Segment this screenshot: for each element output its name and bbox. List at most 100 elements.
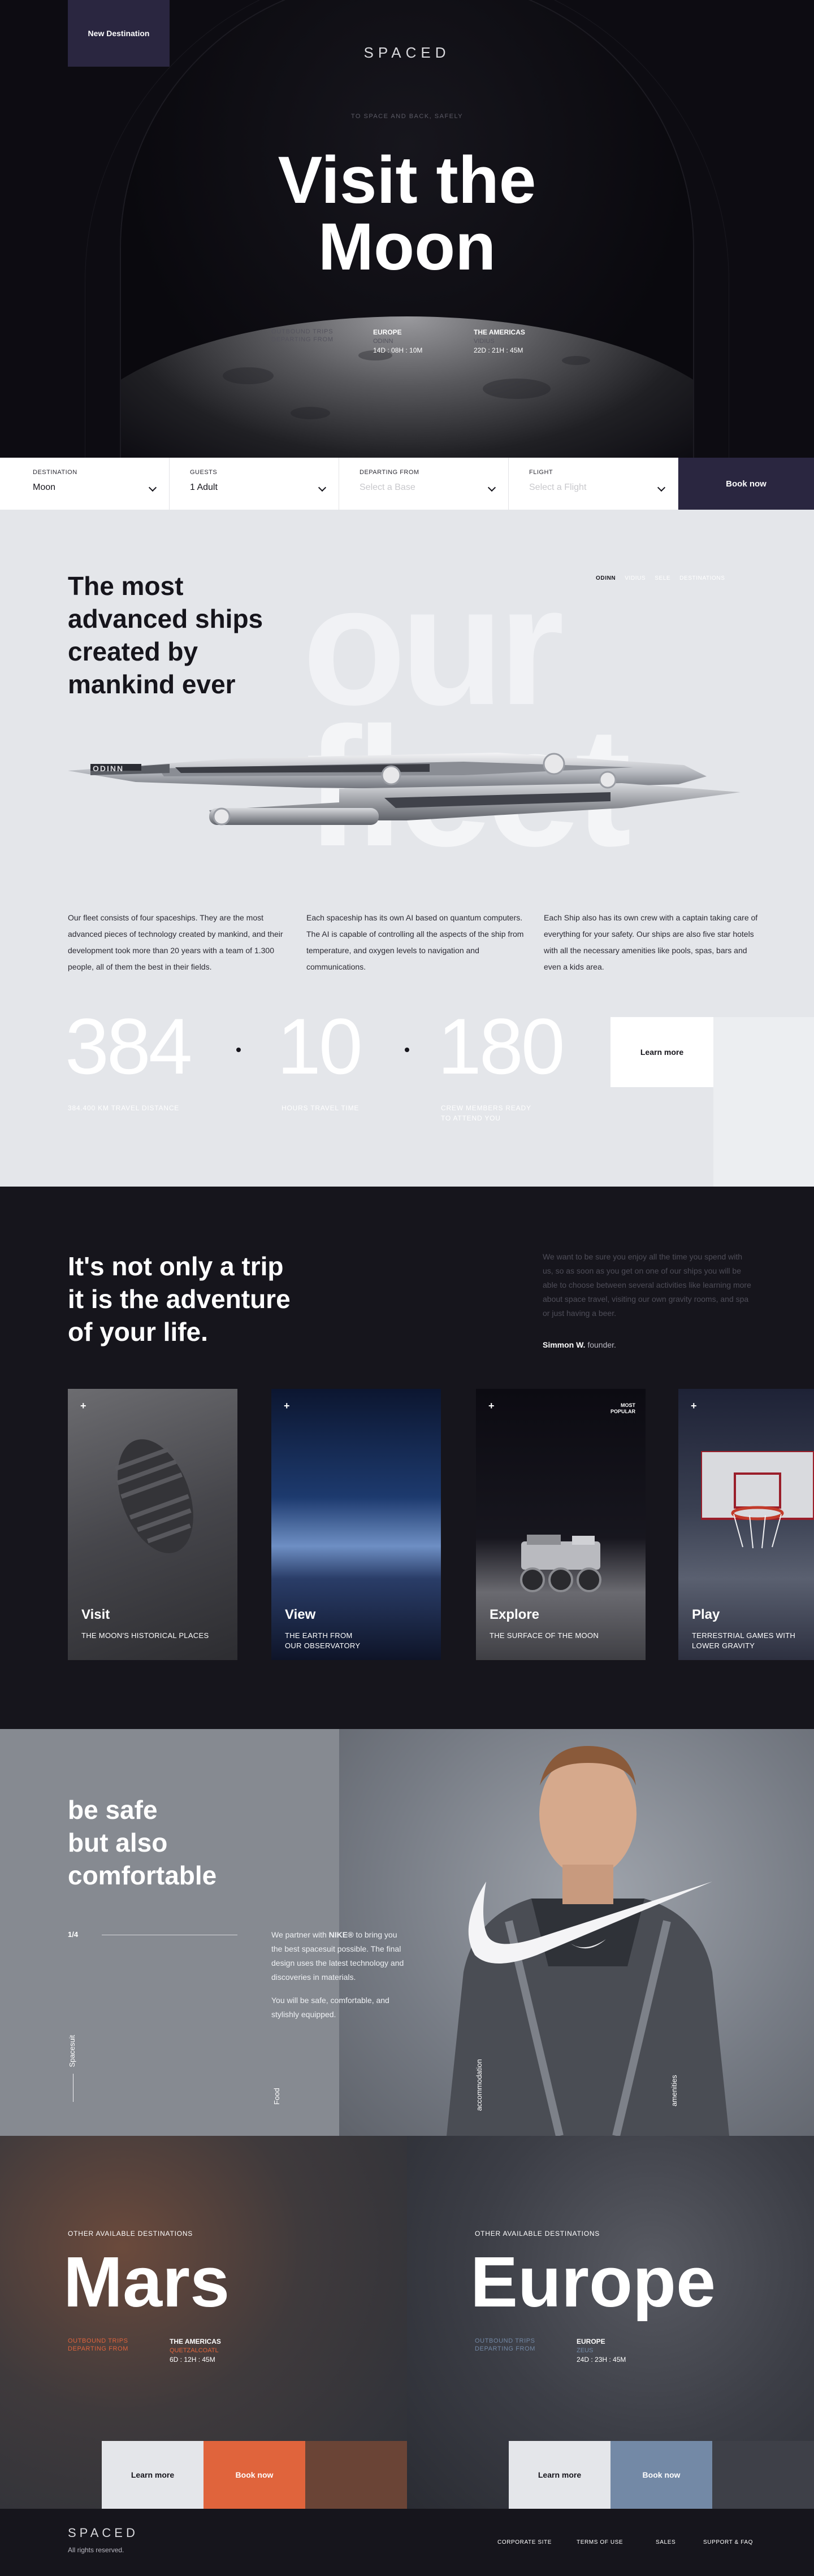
footer-link-sales[interactable]: SALES [656,2539,703,2545]
tab-vidius[interactable]: VIDIUS [625,575,646,581]
mars-book-now-button[interactable]: Book now [204,2441,305,2509]
mars-learn-more-button[interactable]: Learn more [102,2441,204,2509]
trips-label-line-1: OUTBOUND TRIPS [271,328,334,335]
vertical-label-text: accommodation [475,2059,483,2111]
destinations-section: OTHER AVAILABLE DESTINATIONS Mars OUTBOU… [0,2136,814,2509]
fleet-accent-block [713,1017,814,1187]
spaceship-image [68,753,741,826]
vertical-label-food[interactable]: Food [272,2079,284,2113]
book-now-label: Book now [235,2470,274,2479]
vertical-label-text: Spacesuit [68,2035,76,2067]
footer-rights: All rights reserved. [68,2546,124,2554]
fleet-heading: The most advanced ships created by manki… [68,570,263,701]
plus-icon: + [691,1400,697,1411]
card-subtitle-line-1: THE MOON'S HISTORICAL PLACES [81,1631,209,1640]
stat-crew-value: 180 [438,1002,565,1091]
suit-description: We partner with NIKE® to bring you the b… [271,1928,407,2022]
departing-label: DEPARTING FROM [360,469,419,476]
adventure-section: It's not only a trip it is the adventure… [0,1187,814,1729]
stat-crew-label-line-2: TO ATTEND YOU [441,1114,501,1122]
fleet-paragraph-2: Each spaceship has its own AI based on q… [306,913,524,971]
book-now-button[interactable]: Book now [678,458,814,510]
nike-brand-text: NIKE® [328,1930,354,1939]
badge-line-1: MOST [621,1402,635,1408]
hero-title-line-1: Visit the [278,143,536,218]
footer-brand-logo[interactable]: SPACED [68,2526,138,2540]
founder-name: Simmon W. [543,1340,586,1349]
footer-link-corporate[interactable]: CORPORATE SITE [497,2539,577,2545]
departure-ship: VIDIUS [474,338,495,345]
activity-card-play[interactable]: + Play TERRESTRIAL GAMES WITH LOWER GRAV… [678,1389,814,1660]
ship-name-label: ODINN [93,764,124,773]
activity-card-view[interactable]: + View THE EARTH FROM OUR OBSERVATORY [271,1389,441,1660]
footer-link-support[interactable]: SUPPORT & FAQ [703,2539,760,2545]
guests-select[interactable]: GUESTS 1 Adult [170,458,339,510]
learn-more-label: Learn more [640,1048,684,1057]
departure-countdown: 22D : 21H : 45M [474,346,523,354]
book-now-label: Book now [642,2470,681,2479]
fleet-heading-line-2: advanced ships [68,604,263,633]
mars-accent-block [305,2441,407,2509]
guests-value: 1 Adult [190,483,218,492]
chevron-down-icon [487,483,496,492]
fleet-heading-line-3: created by [68,637,198,666]
tab-odinn[interactable]: ODINN [596,575,616,581]
trips-label-line-1: OUTBOUND TRIPS [475,2338,535,2344]
fleet-learn-more-button[interactable]: Learn more [610,1017,713,1087]
destination-select[interactable]: DESTINATION Moon [0,458,170,510]
card-subtitle-line-1: THE EARTH FROM [285,1631,353,1640]
card-subtitle: THE SURFACE OF THE MOON [490,1631,599,1641]
destination-name: Mars [63,2242,230,2322]
stat-hours-label: HOURS TRAVEL TIME [282,1104,360,1112]
plus-icon: + [284,1400,290,1411]
tab-destinations[interactable]: DESTINATIONS [679,575,725,581]
fleet-heading-line-4: mankind ever [68,670,236,699]
slide-counter: 1/4 [68,1930,79,1939]
trips-label: OUTBOUND TRIPS DEPARTING FROM [271,328,334,344]
suit-heading-line-1: be safe [68,1795,158,1825]
learn-more-label: Learn more [538,2470,582,2479]
activity-card-explore[interactable]: + MOST POPULAR Explore THE SURFACE OF TH… [476,1389,646,1660]
trips-label-line-2: DEPARTING FROM [68,2345,128,2352]
departure-info: THE AMERICAS QUETZALCOATL 6D : 12H : 45M [170,2337,221,2364]
guests-label: GUESTS [190,469,218,476]
departure-ship: ODINN [373,338,393,345]
vertical-label-amenities[interactable]: amenities [670,2065,681,2116]
flight-select[interactable]: FLIGHT Select a Flight [509,458,678,510]
departure-americas: THE AMERICAS VIDIUS 22D : 21H : 45M [474,328,525,355]
badge-label: New Destination [88,29,150,38]
card-title: Explore [490,1607,540,1622]
chevron-down-icon [318,483,327,492]
vertical-label-text: amenities [670,2075,678,2106]
departing-select[interactable]: DEPARTING FROM Select a Base [339,458,509,510]
stat-crew-label: CREW MEMBERS READY TO ATTEND YOU [441,1103,531,1123]
destination-label: DESTINATION [33,469,77,476]
plus-icon: + [80,1400,86,1411]
departure-region: EUROPE [373,328,402,336]
europe-book-now-button[interactable]: Book now [610,2441,712,2509]
chevron-down-icon [657,483,666,492]
brand-logo[interactable]: SPACED [0,44,814,62]
tab-sele[interactable]: SELE [655,575,670,581]
activity-card-visit[interactable]: + Visit THE MOON'S HISTORICAL PLACES [68,1389,237,1660]
vertical-label-accommodation[interactable]: accommodation [475,2051,486,2119]
trips-label-line-2: DEPARTING FROM [475,2345,535,2352]
departure-countdown: 24D : 23H : 45M [577,2356,626,2364]
vertical-label-spacesuit[interactable]: Spacesuit [68,2034,79,2068]
founder-role: founder. [587,1340,616,1349]
flight-label: FLIGHT [529,469,553,476]
adventure-heading-line-1: It's not only a trip [68,1252,284,1281]
founder-signature: Simmon W. founder. [543,1340,616,1349]
destination-card-mars: OTHER AVAILABLE DESTINATIONS Mars OUTBOU… [0,2136,407,2509]
flight-placeholder: Select a Flight [529,483,587,492]
suit-p1-start: We partner with [271,1930,329,1939]
destination-kicker: OTHER AVAILABLE DESTINATIONS [68,2230,193,2238]
card-title: View [285,1607,316,1622]
hero-kicker: TO SPACE AND BACK, SAFELY [350,113,464,120]
adventure-heading: It's not only a trip it is the adventure… [68,1250,291,1348]
footer-link-terms[interactable]: TERMS OF USE [577,2539,656,2545]
departure-info: EUROPE ZEUS 24D : 23H : 45M [577,2337,626,2364]
card-subtitle: THE EARTH FROM OUR OBSERVATORY [285,1631,360,1651]
europe-learn-more-button[interactable]: Learn more [509,2441,610,2509]
fleet-paragraph-1: Our fleet consists of four spaceships. T… [68,913,283,971]
